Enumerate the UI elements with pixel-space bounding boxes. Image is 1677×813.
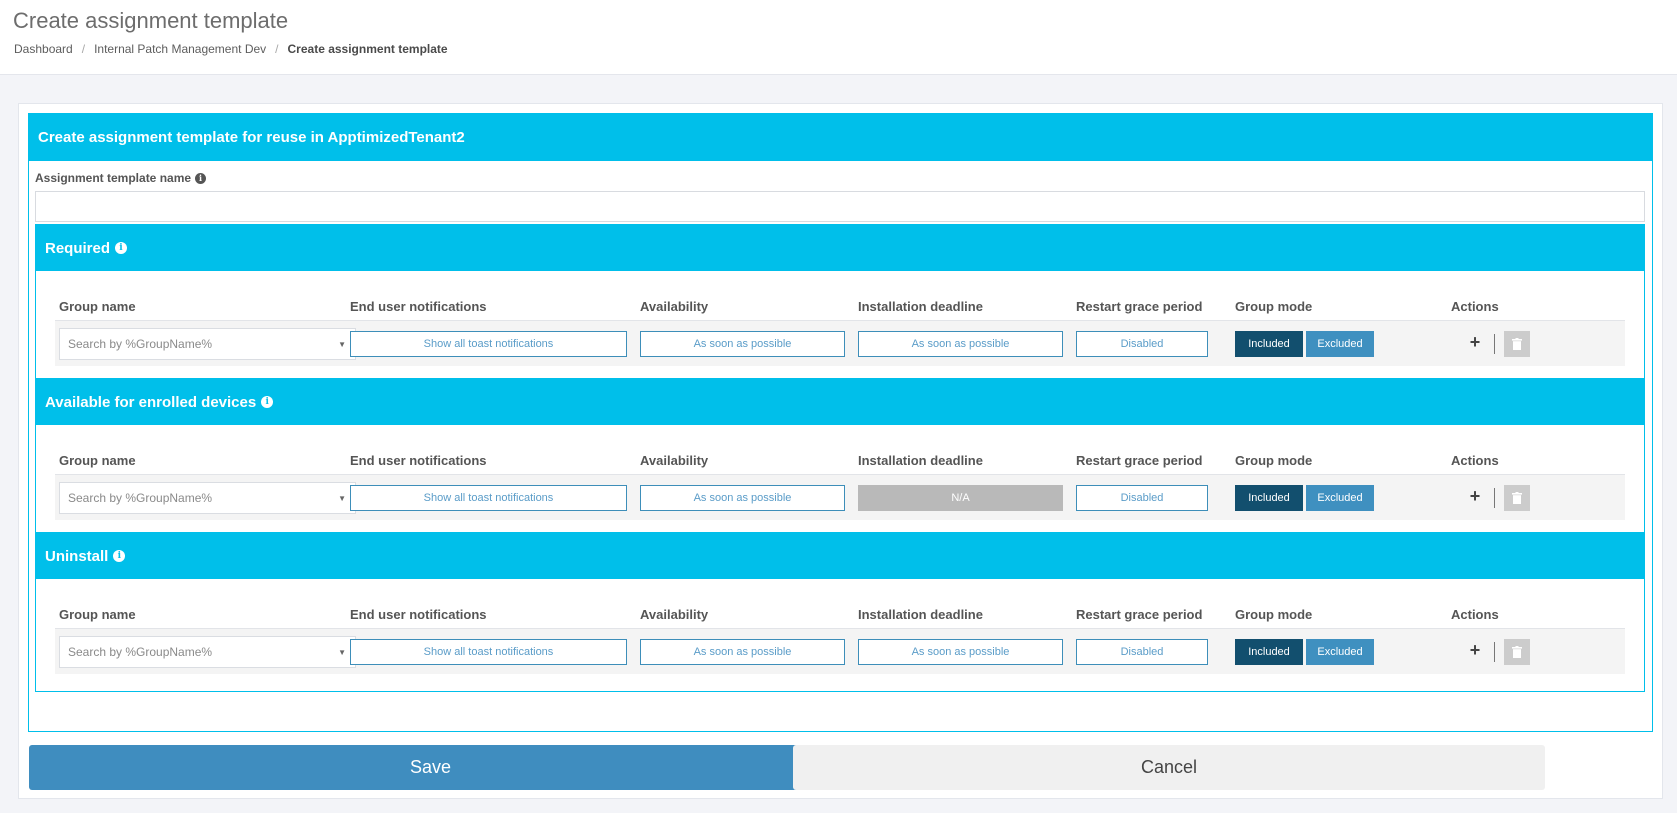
page-header: Create assignment template Dashboard / I… [0,0,1677,75]
column-header-group-mode: Group mode [1235,453,1313,468]
deadline-button[interactable]: As soon as possible [858,639,1063,665]
column-header-notifications: End user notifications [350,453,487,468]
section-title: Required [45,239,111,257]
chevron-down-icon: ▼ [338,648,346,657]
column-header-notifications: End user notifications [350,607,487,622]
template-name-label-text: Assignment template name [35,171,192,185]
column-header-deadline: Installation deadline [858,299,983,314]
breadcrumb-separator: / [275,42,279,56]
section-header: Required i [36,225,1644,271]
assignment-section: Required i Group name End user notificat… [35,224,1645,384]
trash-icon[interactable] [1504,485,1530,511]
column-header-availability: Availability [640,607,709,622]
column-header-group-mode: Group mode [1235,299,1313,314]
group-name-placeholder: Search by %GroupName% [68,337,213,351]
section-header: Uninstall i [36,533,1644,579]
section-title: Uninstall [45,547,109,565]
trash-icon[interactable] [1504,331,1530,357]
availability-button[interactable]: As soon as possible [640,639,845,665]
info-icon[interactable]: i [195,172,207,184]
section-title: Available for enrolled devices [45,393,257,411]
column-header-availability: Availability [640,299,709,314]
column-header-actions: Actions [1451,453,1499,468]
assignment-section: Uninstall i Group name End user notifica… [35,532,1645,692]
template-panel: Create assignment template for reuse in … [28,113,1653,732]
template-card: Create assignment template for reuse in … [18,103,1663,799]
group-mode-included-button[interactable]: Included [1235,331,1303,357]
template-name-input[interactable] [35,191,1645,222]
deadline-button[interactable]: As soon as possible [858,331,1063,357]
trash-icon[interactable] [1504,639,1530,665]
column-header-restart: Restart grace period [1076,299,1203,314]
template-name-label: Assignment template name i [35,171,207,185]
breadcrumb-current: Create assignment template [287,42,448,56]
column-header-group-name: Group name [59,453,136,468]
notifications-button[interactable]: Show all toast notifications [350,331,627,357]
breadcrumb-separator: / [81,42,86,56]
group-name-select[interactable]: Search by %GroupName% ▼ [59,482,356,514]
chevron-down-icon: ▼ [338,494,346,503]
column-header-actions: Actions [1451,299,1499,314]
actions-divider [1494,642,1495,662]
deadline-button[interactable]: N/A [858,485,1063,511]
plus-icon[interactable]: + [1466,332,1484,352]
column-header-notifications: End user notifications [350,299,487,314]
group-mode-excluded-button[interactable]: Excluded [1306,639,1374,665]
breadcrumb-app[interactable]: Internal Patch Management Dev [94,42,266,56]
group-mode-included-button[interactable]: Included [1235,639,1303,665]
chevron-down-icon: ▼ [338,340,346,349]
page-title: Create assignment template [13,8,289,33]
restart-grace-button[interactable]: Disabled [1076,331,1208,357]
column-header-restart: Restart grace period [1076,607,1203,622]
group-name-placeholder: Search by %GroupName% [68,645,213,659]
notifications-button[interactable]: Show all toast notifications [350,639,627,665]
notifications-button[interactable]: Show all toast notifications [350,485,627,511]
save-button[interactable]: Save [29,745,832,790]
plus-icon[interactable]: + [1466,640,1484,660]
group-mode-included-button[interactable]: Included [1235,485,1303,511]
availability-button[interactable]: As soon as possible [640,331,845,357]
panel-title: Create assignment template for reuse in … [29,114,1652,161]
column-header-group-name: Group name [59,299,136,314]
availability-button[interactable]: As soon as possible [640,485,845,511]
group-mode-excluded-button[interactable]: Excluded [1306,485,1374,511]
column-header-restart: Restart grace period [1076,453,1203,468]
info-icon[interactable]: i [113,550,126,562]
actions-divider [1494,334,1495,354]
column-header-actions: Actions [1451,607,1499,622]
actions-divider [1494,488,1495,508]
breadcrumb: Dashboard / Internal Patch Management De… [14,42,448,56]
info-icon[interactable]: i [115,242,128,254]
breadcrumb-dashboard[interactable]: Dashboard [14,42,73,56]
restart-grace-button[interactable]: Disabled [1076,485,1208,511]
restart-grace-button[interactable]: Disabled [1076,639,1208,665]
column-header-group-mode: Group mode [1235,607,1313,622]
plus-icon[interactable]: + [1466,486,1484,506]
section-header: Available for enrolled devices i [36,379,1644,425]
assignment-section: Available for enrolled devices i Group n… [35,378,1645,538]
group-name-select[interactable]: Search by %GroupName% ▼ [59,328,356,360]
column-header-deadline: Installation deadline [858,607,983,622]
column-header-group-name: Group name [59,607,136,622]
column-header-availability: Availability [640,453,709,468]
group-name-select[interactable]: Search by %GroupName% ▼ [59,636,356,668]
group-mode-excluded-button[interactable]: Excluded [1306,331,1374,357]
cancel-button[interactable]: Cancel [793,745,1545,790]
group-name-placeholder: Search by %GroupName% [68,491,213,505]
column-header-deadline: Installation deadline [858,453,983,468]
info-icon[interactable]: i [261,396,274,408]
